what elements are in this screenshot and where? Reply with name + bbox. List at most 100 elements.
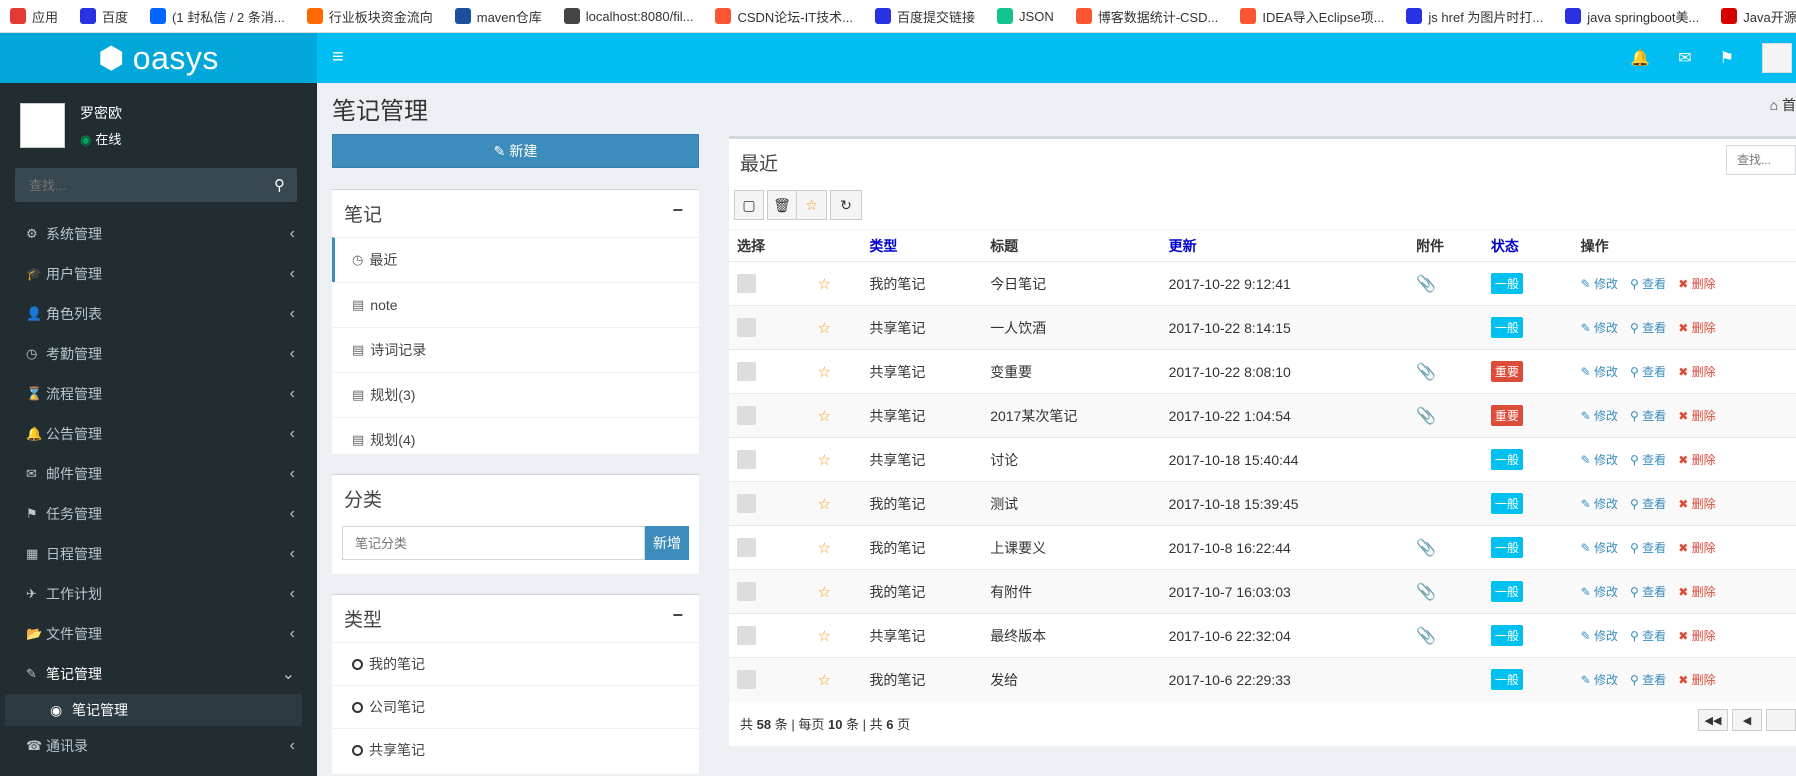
next-page-button[interactable]: [1766, 709, 1796, 731]
sidebar-item[interactable]: ▦ 日程管理 ‹: [0, 534, 317, 574]
edit-button[interactable]: ✎ 修改: [1581, 453, 1618, 467]
star-icon[interactable]: ☆: [818, 540, 831, 557]
row-checkbox[interactable]: [737, 362, 756, 381]
edit-button[interactable]: ✎ 修改: [1581, 541, 1618, 555]
star-icon[interactable]: ☆: [818, 364, 831, 381]
sidebar-item[interactable]: 🔔 公告管理 ‹: [0, 414, 317, 454]
bookmark-item[interactable]: 百度提交链接: [875, 7, 975, 26]
bookmark-item[interactable]: localhost:8080/fil...: [563, 8, 693, 24]
column-header[interactable]: 类型: [861, 229, 983, 262]
star-icon[interactable]: ☆: [818, 452, 831, 469]
note-folder-item[interactable]: ▤ 规划(3): [332, 372, 699, 417]
collapse-icon[interactable]: −: [672, 605, 683, 632]
row-checkbox[interactable]: [737, 494, 756, 513]
bookmark-item[interactable]: IDEA导入Eclipse项...: [1240, 7, 1384, 26]
sidebar-item[interactable]: ⚑ 任务管理 ‹: [0, 494, 317, 534]
star-icon[interactable]: ☆: [818, 672, 831, 689]
bookmark-item[interactable]: CSDN论坛-IT技术...: [715, 7, 853, 26]
bookmark-item[interactable]: 百度: [80, 7, 128, 26]
row-checkbox[interactable]: [737, 274, 756, 293]
delete-button[interactable]: ✖ 删除: [1678, 497, 1715, 511]
submenu-item-notes[interactable]: ◉ 笔记管理: [5, 694, 302, 726]
new-note-button[interactable]: ✎ 新建: [332, 134, 699, 168]
edit-button[interactable]: ✎ 修改: [1581, 629, 1618, 643]
sidebar-item[interactable]: ◷ 考勤管理 ‹: [0, 334, 317, 374]
sidebar-item[interactable]: 🎓 用户管理 ‹: [0, 254, 317, 294]
delete-button[interactable]: ✖ 删除: [1678, 277, 1715, 291]
paperclip-icon[interactable]: 📎: [1416, 584, 1436, 601]
view-button[interactable]: ⚲ 查看: [1630, 409, 1666, 423]
envelope-icon[interactable]: ✉: [1678, 48, 1691, 68]
delete-button[interactable]: ✖ 删除: [1678, 409, 1715, 423]
delete-button[interactable]: ✖ 删除: [1678, 585, 1715, 599]
star-icon[interactable]: ☆: [818, 276, 831, 293]
sidebar-item[interactable]: ⚙ 系统管理 ‹: [0, 214, 317, 254]
bookmark-item[interactable]: Java开源项目: [1721, 7, 1796, 26]
paperclip-icon[interactable]: 📎: [1416, 540, 1436, 557]
edit-button[interactable]: ✎ 修改: [1581, 365, 1618, 379]
row-checkbox[interactable]: [737, 626, 756, 645]
note-type-item[interactable]: 我的笔记: [332, 642, 699, 685]
row-checkbox[interactable]: [737, 538, 756, 557]
collapse-icon[interactable]: −: [672, 200, 683, 227]
edit-button[interactable]: ✎ 修改: [1581, 321, 1618, 335]
category-input[interactable]: [342, 526, 645, 560]
delete-button[interactable]: ✖ 删除: [1678, 629, 1715, 643]
bookmark-item[interactable]: java springboot美...: [1565, 7, 1699, 26]
sidebar-item-contacts[interactable]: ☎ 通讯录 ‹: [0, 726, 317, 766]
note-folder-item[interactable]: ▤ 规划(4): [332, 417, 699, 462]
bookmark-item[interactable]: js href 为图片时打...: [1406, 7, 1543, 26]
notes-search-input[interactable]: [1726, 145, 1796, 175]
column-header[interactable]: 状态: [1482, 229, 1573, 262]
note-folder-item[interactable]: ◷ 最近: [332, 237, 699, 282]
row-checkbox[interactable]: [737, 582, 756, 601]
bookmark-item[interactable]: 应用: [10, 7, 58, 26]
add-category-button[interactable]: 新增: [645, 526, 689, 560]
view-button[interactable]: ⚲ 查看: [1630, 321, 1666, 335]
sidebar-item[interactable]: ✈ 工作计划 ‹: [0, 574, 317, 614]
paperclip-icon[interactable]: 📎: [1416, 408, 1436, 425]
star-icon[interactable]: ☆: [818, 320, 831, 337]
logo[interactable]: ⬢ oasys: [0, 33, 317, 83]
sidebar-item[interactable]: ⌛ 流程管理 ‹: [0, 374, 317, 414]
search-icon[interactable]: ⚲: [274, 176, 285, 194]
note-folder-item[interactable]: ▤ note: [332, 282, 699, 327]
bookmark-item[interactable]: 博客数据统计-CSD...: [1075, 7, 1218, 26]
paperclip-icon[interactable]: 📎: [1416, 276, 1436, 293]
view-button[interactable]: ⚲ 查看: [1630, 277, 1666, 291]
note-folder-item[interactable]: ▤ 诗词记录: [332, 327, 699, 372]
edit-button[interactable]: ✎ 修改: [1581, 585, 1618, 599]
row-checkbox[interactable]: [737, 406, 756, 425]
first-page-button[interactable]: ◀◀: [1698, 709, 1728, 731]
view-button[interactable]: ⚲ 查看: [1630, 365, 1666, 379]
sidebar-item[interactable]: ✉ 邮件管理 ‹: [0, 454, 317, 494]
bookmark-item[interactable]: maven仓库: [454, 7, 542, 26]
delete-button[interactable]: ✖ 删除: [1678, 321, 1715, 335]
delete-button[interactable]: ✖ 删除: [1678, 365, 1715, 379]
view-button[interactable]: ⚲ 查看: [1630, 629, 1666, 643]
bookmark-item[interactable]: 行业板块资金流向: [306, 7, 433, 26]
star-icon[interactable]: ☆: [818, 496, 831, 513]
star-icon[interactable]: ☆: [818, 408, 831, 425]
prev-page-button[interactable]: ◀: [1732, 709, 1762, 731]
note-type-item[interactable]: 公司笔记: [332, 685, 699, 728]
edit-button[interactable]: ✎ 修改: [1581, 673, 1618, 687]
bell-icon[interactable]: 🔔: [1630, 48, 1650, 68]
view-button[interactable]: ⚲ 查看: [1630, 497, 1666, 511]
star-icon[interactable]: ☆: [818, 584, 831, 601]
sidebar-item[interactable]: 👤 角色列表 ‹: [0, 294, 317, 334]
sidebar-toggle-button[interactable]: ≡: [332, 46, 344, 69]
view-button[interactable]: ⚲ 查看: [1630, 541, 1666, 555]
bookmark-item[interactable]: JSON: [997, 8, 1054, 24]
header-avatar[interactable]: [1762, 43, 1792, 73]
row-checkbox[interactable]: [737, 450, 756, 469]
select-all-button[interactable]: ▢: [734, 190, 764, 220]
refresh-button[interactable]: ↻: [830, 190, 862, 220]
delete-button[interactable]: ✖ 删除: [1678, 453, 1715, 467]
delete-selected-button[interactable]: 🗑: [767, 190, 797, 220]
breadcrumb[interactable]: ⌂ 首: [1770, 95, 1796, 115]
view-button[interactable]: ⚲ 查看: [1630, 453, 1666, 467]
delete-button[interactable]: ✖ 删除: [1678, 673, 1715, 687]
edit-button[interactable]: ✎ 修改: [1581, 497, 1618, 511]
view-button[interactable]: ⚲ 查看: [1630, 673, 1666, 687]
